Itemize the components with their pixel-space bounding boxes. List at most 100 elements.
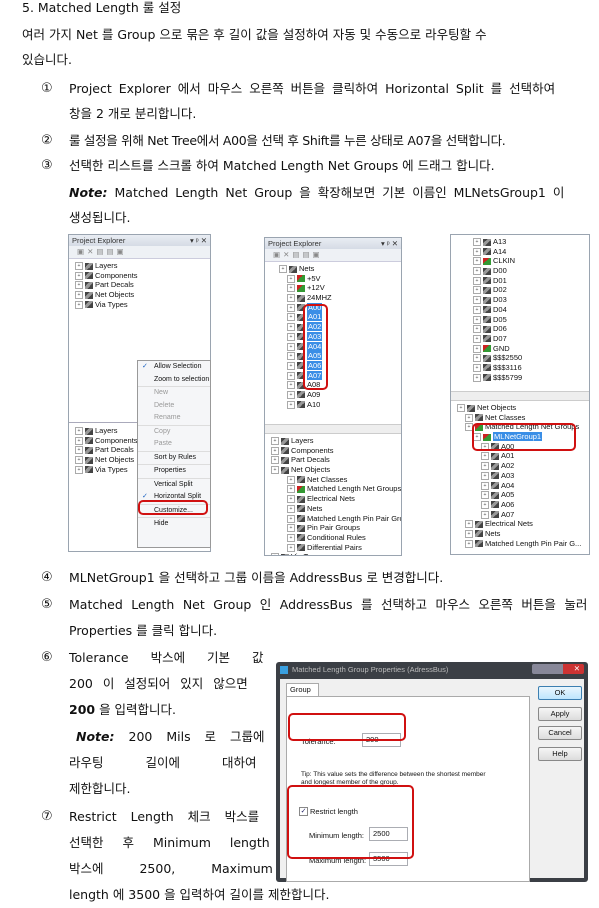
menu-item[interactable]: Zoom to selection — [138, 374, 210, 387]
expand-icon[interactable]: + — [473, 238, 481, 247]
ok-button[interactable]: OK — [538, 686, 582, 700]
expand-icon[interactable]: + — [473, 325, 481, 334]
tree-item[interactable]: + Part Decals — [69, 280, 210, 290]
expand-icon[interactable]: + — [481, 491, 489, 500]
cancel-button[interactable]: Cancel — [538, 726, 582, 740]
expand-icon[interactable]: + — [75, 436, 83, 445]
expand-icon[interactable]: + — [287, 274, 295, 283]
expand-icon[interactable]: + — [287, 313, 295, 322]
expand-icon[interactable]: + — [465, 529, 473, 538]
tree-item[interactable]: + Electrical Nets — [451, 519, 589, 529]
tree-item[interactable]: + D04 — [451, 305, 589, 315]
expand-icon[interactable]: + — [287, 400, 295, 409]
tree-item[interactable]: + A09 — [265, 390, 401, 400]
tree-item[interactable]: + Components — [69, 436, 138, 446]
expand-icon[interactable]: + — [481, 452, 489, 461]
expand-icon[interactable]: + — [473, 363, 481, 372]
tree-item[interactable]: + A04 — [451, 481, 589, 491]
horizontal-scrollbar[interactable] — [265, 424, 401, 434]
tree-item[interactable]: + Matched Length Net Groups — [265, 484, 401, 494]
tree-item[interactable]: + Layers — [69, 261, 210, 271]
expand-icon[interactable]: + — [271, 553, 279, 555]
expand-icon[interactable]: + — [287, 495, 295, 504]
menu-item[interactable]: Vertical Split — [138, 479, 210, 492]
expand-icon[interactable]: + — [473, 344, 481, 353]
expand-icon[interactable]: + — [287, 390, 295, 399]
expand-icon[interactable]: + — [473, 296, 481, 305]
expand-icon[interactable]: + — [279, 265, 287, 274]
expand-icon[interactable]: + — [287, 533, 295, 542]
expand-icon[interactable]: + — [75, 291, 83, 300]
expand-icon[interactable]: + — [473, 354, 481, 363]
expand-icon[interactable]: + — [473, 305, 481, 314]
tree-item[interactable]: + Net Objects — [451, 403, 589, 413]
expand-icon[interactable]: + — [473, 286, 481, 295]
expand-icon[interactable]: + — [287, 371, 295, 380]
expand-icon[interactable]: + — [287, 485, 295, 494]
tree-item[interactable]: + Electrical Nets — [265, 494, 401, 504]
expand-icon[interactable]: + — [287, 475, 295, 484]
tree-item[interactable]: + GND — [451, 344, 589, 354]
tree-item[interactable]: + $$$5799 — [451, 373, 589, 383]
tree-item[interactable]: + Components — [265, 446, 401, 456]
tree-item[interactable]: + Layers — [265, 436, 401, 446]
tree-item[interactable]: + $$$3116 — [451, 363, 589, 373]
tree-item[interactable]: + A06 — [451, 500, 589, 510]
tree-item[interactable]: + A01 — [265, 312, 401, 322]
tree-item[interactable]: + A05 — [451, 490, 589, 500]
tree-item[interactable]: + A07 — [451, 510, 589, 520]
expand-icon[interactable]: + — [287, 361, 295, 370]
tree-item[interactable]: + A01 — [451, 451, 589, 461]
tree-item[interactable]: + Layers — [69, 426, 138, 436]
window-controls[interactable]: ✕ — [532, 664, 584, 674]
expand-icon[interactable]: + — [481, 462, 489, 471]
tree-item[interactable]: + Nets — [451, 529, 589, 539]
tree-item[interactable]: + Nets — [265, 504, 401, 514]
menu-item[interactable]: Properties — [138, 465, 210, 479]
expand-icon[interactable]: + — [473, 267, 481, 276]
expand-icon[interactable]: + — [75, 300, 83, 309]
expand-icon[interactable]: + — [75, 271, 83, 280]
tree-item[interactable]: + Matched Length Pin Pair G... — [451, 539, 589, 549]
expand-icon[interactable]: + — [287, 284, 295, 293]
horizontal-scrollbar[interactable] — [451, 391, 589, 401]
expand-icon[interactable]: + — [287, 294, 295, 303]
tree-item[interactable]: + A14 — [451, 247, 589, 257]
expand-icon[interactable]: + — [465, 413, 473, 422]
tree-item[interactable]: + Nets — [265, 264, 401, 274]
tree-item[interactable]: + Net Objects — [69, 455, 138, 465]
expand-icon[interactable]: + — [481, 481, 489, 490]
tree-item[interactable]: + D02 — [451, 285, 589, 295]
tree-item[interactable]: + Via Types — [69, 465, 138, 475]
tree-item[interactable]: + A05 — [265, 351, 401, 361]
expand-icon[interactable]: + — [473, 334, 481, 343]
expand-icon[interactable]: + — [287, 524, 295, 533]
expand-icon[interactable]: + — [75, 427, 83, 436]
menu-item[interactable]: New — [138, 387, 210, 400]
expand-icon[interactable]: + — [457, 404, 465, 413]
tree-item[interactable]: + A04 — [265, 341, 401, 352]
tree-item[interactable]: + D05 — [451, 315, 589, 325]
expand-icon[interactable]: + — [287, 303, 295, 312]
menu-item[interactable]: Rename — [138, 412, 210, 426]
tree-item[interactable]: + +5V — [265, 274, 401, 284]
tree-item[interactable]: + $$$2550 — [451, 353, 589, 363]
tree-item[interactable]: + Pin Pair Groups — [265, 523, 401, 533]
tree-item[interactable]: + Matched Length Pin Pair Groups — [265, 514, 401, 524]
tree-item[interactable]: + A13 — [451, 237, 589, 247]
expand-icon[interactable]: + — [473, 315, 481, 324]
expand-icon[interactable]: + — [287, 381, 295, 390]
expand-icon[interactable]: + — [287, 332, 295, 341]
tree-item[interactable]: + D07 — [451, 334, 589, 344]
expand-icon[interactable]: + — [473, 373, 481, 382]
menu-item[interactable]: Delete — [138, 400, 210, 413]
tree-item[interactable]: + A07 — [265, 370, 401, 381]
tree-item[interactable]: + D01 — [451, 276, 589, 286]
menu-item[interactable]: Allow Selection — [138, 361, 210, 374]
expand-icon[interactable]: + — [75, 465, 83, 474]
tree-item[interactable]: + Net Classes — [265, 475, 401, 485]
expand-icon[interactable]: + — [75, 281, 83, 290]
tree-item[interactable]: + A10 — [265, 400, 401, 410]
tree-item[interactable]: + Components — [69, 271, 210, 281]
expand-icon[interactable]: + — [75, 456, 83, 465]
